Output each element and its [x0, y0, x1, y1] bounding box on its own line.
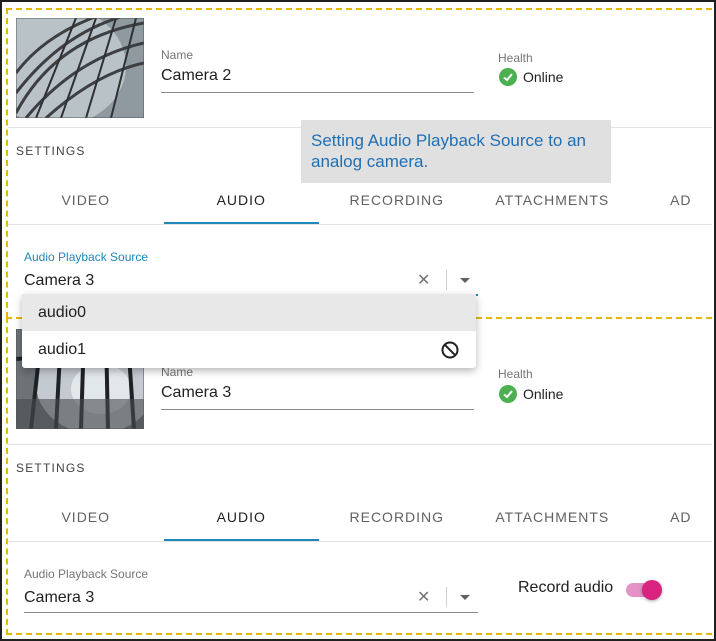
name-label: Name: [161, 48, 194, 62]
tabs-divider: [8, 541, 712, 542]
tab-recording[interactable]: RECORDING: [319, 493, 475, 541]
settings-title: SETTINGS: [16, 144, 86, 158]
tab-advanced[interactable]: AD: [630, 176, 712, 224]
audio-source-select[interactable]: Camera 3: [24, 589, 94, 607]
select-divider: [446, 270, 447, 290]
block-icon: [440, 340, 460, 365]
arrow-drop-down-icon[interactable]: [460, 278, 470, 283]
audio-source-label: Audio Playback Source: [24, 567, 149, 581]
name-field-underline: [161, 409, 474, 410]
tab-video[interactable]: VIDEO: [8, 176, 164, 224]
health-status: Online: [499, 385, 563, 403]
record-audio-toggle-knob[interactable]: [642, 580, 662, 600]
health-status: Online: [499, 68, 563, 86]
select-divider: [446, 587, 447, 607]
tab-audio[interactable]: AUDIO: [163, 493, 320, 541]
annotation-callout: Setting Audio Playback Source to an anal…: [301, 120, 611, 183]
close-icon[interactable]: ✕: [417, 587, 430, 607]
tab-attachments[interactable]: ATTACHMENTS: [475, 176, 631, 224]
name-field[interactable]: Camera 3: [161, 384, 231, 402]
check-circle-icon: [499, 68, 517, 86]
camera-thumbnail[interactable]: [16, 18, 144, 118]
health-value: Online: [523, 69, 564, 85]
tabs-divider: [8, 224, 712, 225]
tab-recording[interactable]: RECORDING: [319, 176, 475, 224]
name-field[interactable]: Camera 2: [161, 67, 231, 85]
dropdown-option-audio0[interactable]: audio0: [22, 294, 476, 331]
check-circle-icon: [499, 385, 517, 403]
audio-source-dropdown: audio0 audio1: [22, 294, 476, 368]
audio-source-underline: [24, 612, 478, 613]
settings-tabs: VIDEO AUDIO RECORDING ATTACHMENTS AD: [8, 176, 712, 224]
settings-tabs: VIDEO AUDIO RECORDING ATTACHMENTS AD: [8, 493, 712, 541]
audio-source-label: Audio Playback Source: [24, 250, 149, 264]
settings-title: SETTINGS: [16, 461, 86, 475]
health-value: Online: [523, 386, 564, 402]
health-label: Health: [498, 51, 533, 65]
tab-attachments[interactable]: ATTACHMENTS: [475, 493, 631, 541]
health-label: Health: [498, 367, 533, 381]
tab-advanced[interactable]: AD: [630, 493, 712, 541]
arrow-drop-down-icon[interactable]: [460, 595, 470, 600]
option-label: audio0: [38, 303, 87, 321]
close-icon[interactable]: ✕: [417, 270, 430, 290]
tab-audio[interactable]: AUDIO: [163, 176, 320, 224]
record-audio-label: Record audio: [518, 579, 614, 596]
divider: [8, 444, 712, 445]
dropdown-option-audio1[interactable]: audio1: [22, 331, 476, 368]
option-label: audio1: [38, 340, 87, 358]
name-field-underline: [161, 92, 474, 93]
audio-source-select[interactable]: Camera 3: [24, 272, 94, 290]
tab-video[interactable]: VIDEO: [8, 493, 164, 541]
